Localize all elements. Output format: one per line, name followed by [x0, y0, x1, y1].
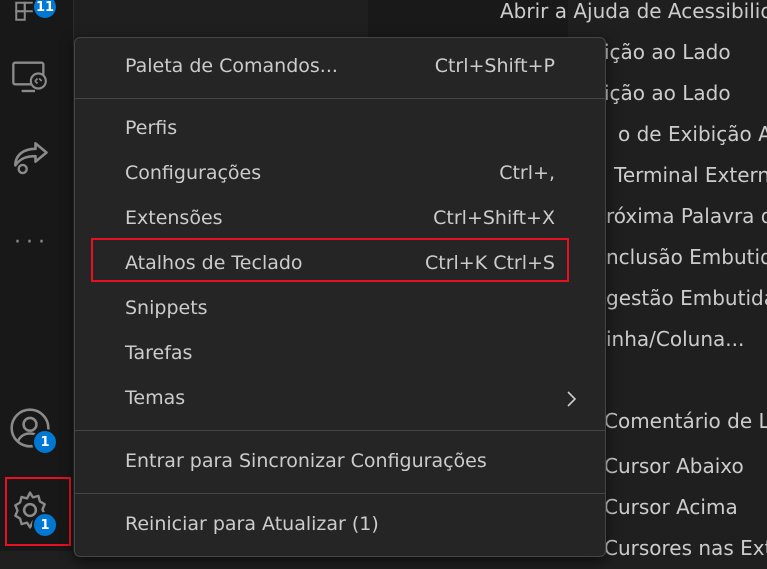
- menu-item-label: Reiniciar para Atualizar (1): [125, 513, 379, 535]
- live-share-activity[interactable]: [0, 132, 74, 188]
- accounts-activity[interactable]: 1: [0, 400, 74, 456]
- menu-item-label: Entrar para Sincronizar Configurações: [125, 450, 487, 472]
- menu-item-label: Tarefas: [125, 342, 193, 364]
- menu-item-themes[interactable]: Temas: [75, 380, 605, 420]
- menu-separator: [75, 493, 605, 494]
- menu-item-command-palette[interactable]: Paleta de Comandos... Ctrl+Shift+P: [75, 48, 605, 88]
- list-item-label: Cursor Acima: [604, 495, 738, 519]
- menu-item-snippets[interactable]: Snippets: [75, 290, 605, 330]
- extensions-activity[interactable]: 11: [0, 0, 74, 36]
- list-item-label: róxima Palavra d: [606, 204, 767, 228]
- menu-item-label: Perfis: [125, 117, 178, 139]
- menu-item-shortcut: Ctrl+,: [499, 162, 555, 184]
- list-item-label: Terminal Extern: [614, 163, 767, 187]
- list-item-label: ição ao Lado: [604, 40, 731, 64]
- list-item[interactable]: Abrir a Ajuda de Acessibilid: [74, 0, 767, 32]
- list-item-label: inha/Coluna...: [606, 327, 745, 351]
- list-item-label: Cursor Abaixo: [604, 454, 744, 478]
- menu-item-label: Temas: [125, 387, 186, 409]
- list-item-label: Abrir a Ajuda de Acessibilid: [500, 0, 767, 23]
- more-icon[interactable]: ···: [14, 230, 50, 255]
- menu-item-label: Extensões: [125, 207, 223, 229]
- menu-item-sync-settings[interactable]: Entrar para Sincronizar Configurações: [75, 443, 605, 483]
- menu-item-label: Paleta de Comandos...: [125, 55, 338, 77]
- chevron-right-icon: [567, 391, 577, 407]
- extensions-badge: 11: [32, 0, 58, 20]
- remote-explorer-icon: [12, 61, 47, 93]
- manage-menu: Paleta de Comandos... Ctrl+Shift+P Perfi…: [74, 37, 606, 557]
- keyboard-shortcuts-highlight-box: [91, 238, 569, 282]
- accounts-badge: 1: [32, 429, 58, 455]
- live-share-icon: [14, 142, 48, 175]
- menu-item-label: Configurações: [125, 162, 262, 184]
- menu-item-restart-to-update[interactable]: Reiniciar para Atualizar (1): [75, 506, 605, 546]
- gear-highlight-box: [5, 477, 71, 546]
- menu-item-profiles[interactable]: Perfis: [75, 110, 605, 150]
- menu-separator: [75, 430, 605, 431]
- menu-item-settings[interactable]: Configurações Ctrl+,: [75, 155, 605, 195]
- list-item-label: o de Exibição Ace: [618, 122, 767, 146]
- list-item-label: Cursores nas Extr: [604, 536, 767, 560]
- menu-item-tasks[interactable]: Tarefas: [75, 335, 605, 375]
- list-item-label: gestão Embutida: [606, 286, 767, 310]
- list-item-label: Comentário de Li: [604, 409, 767, 433]
- activity-bar: 11 ··· 1 1: [0, 0, 74, 551]
- remote-explorer-activity[interactable]: [0, 50, 74, 106]
- menu-separator: [75, 98, 605, 99]
- list-item-label: nclusão Embutid: [606, 245, 767, 269]
- menu-item-shortcut: Ctrl+Shift+X: [433, 207, 555, 229]
- menu-item-extensions[interactable]: Extensões Ctrl+Shift+X: [75, 200, 605, 240]
- menu-item-shortcut: Ctrl+Shift+P: [434, 55, 555, 77]
- menu-item-label: Snippets: [125, 297, 208, 319]
- list-item-label: ição ao Lado: [604, 81, 731, 105]
